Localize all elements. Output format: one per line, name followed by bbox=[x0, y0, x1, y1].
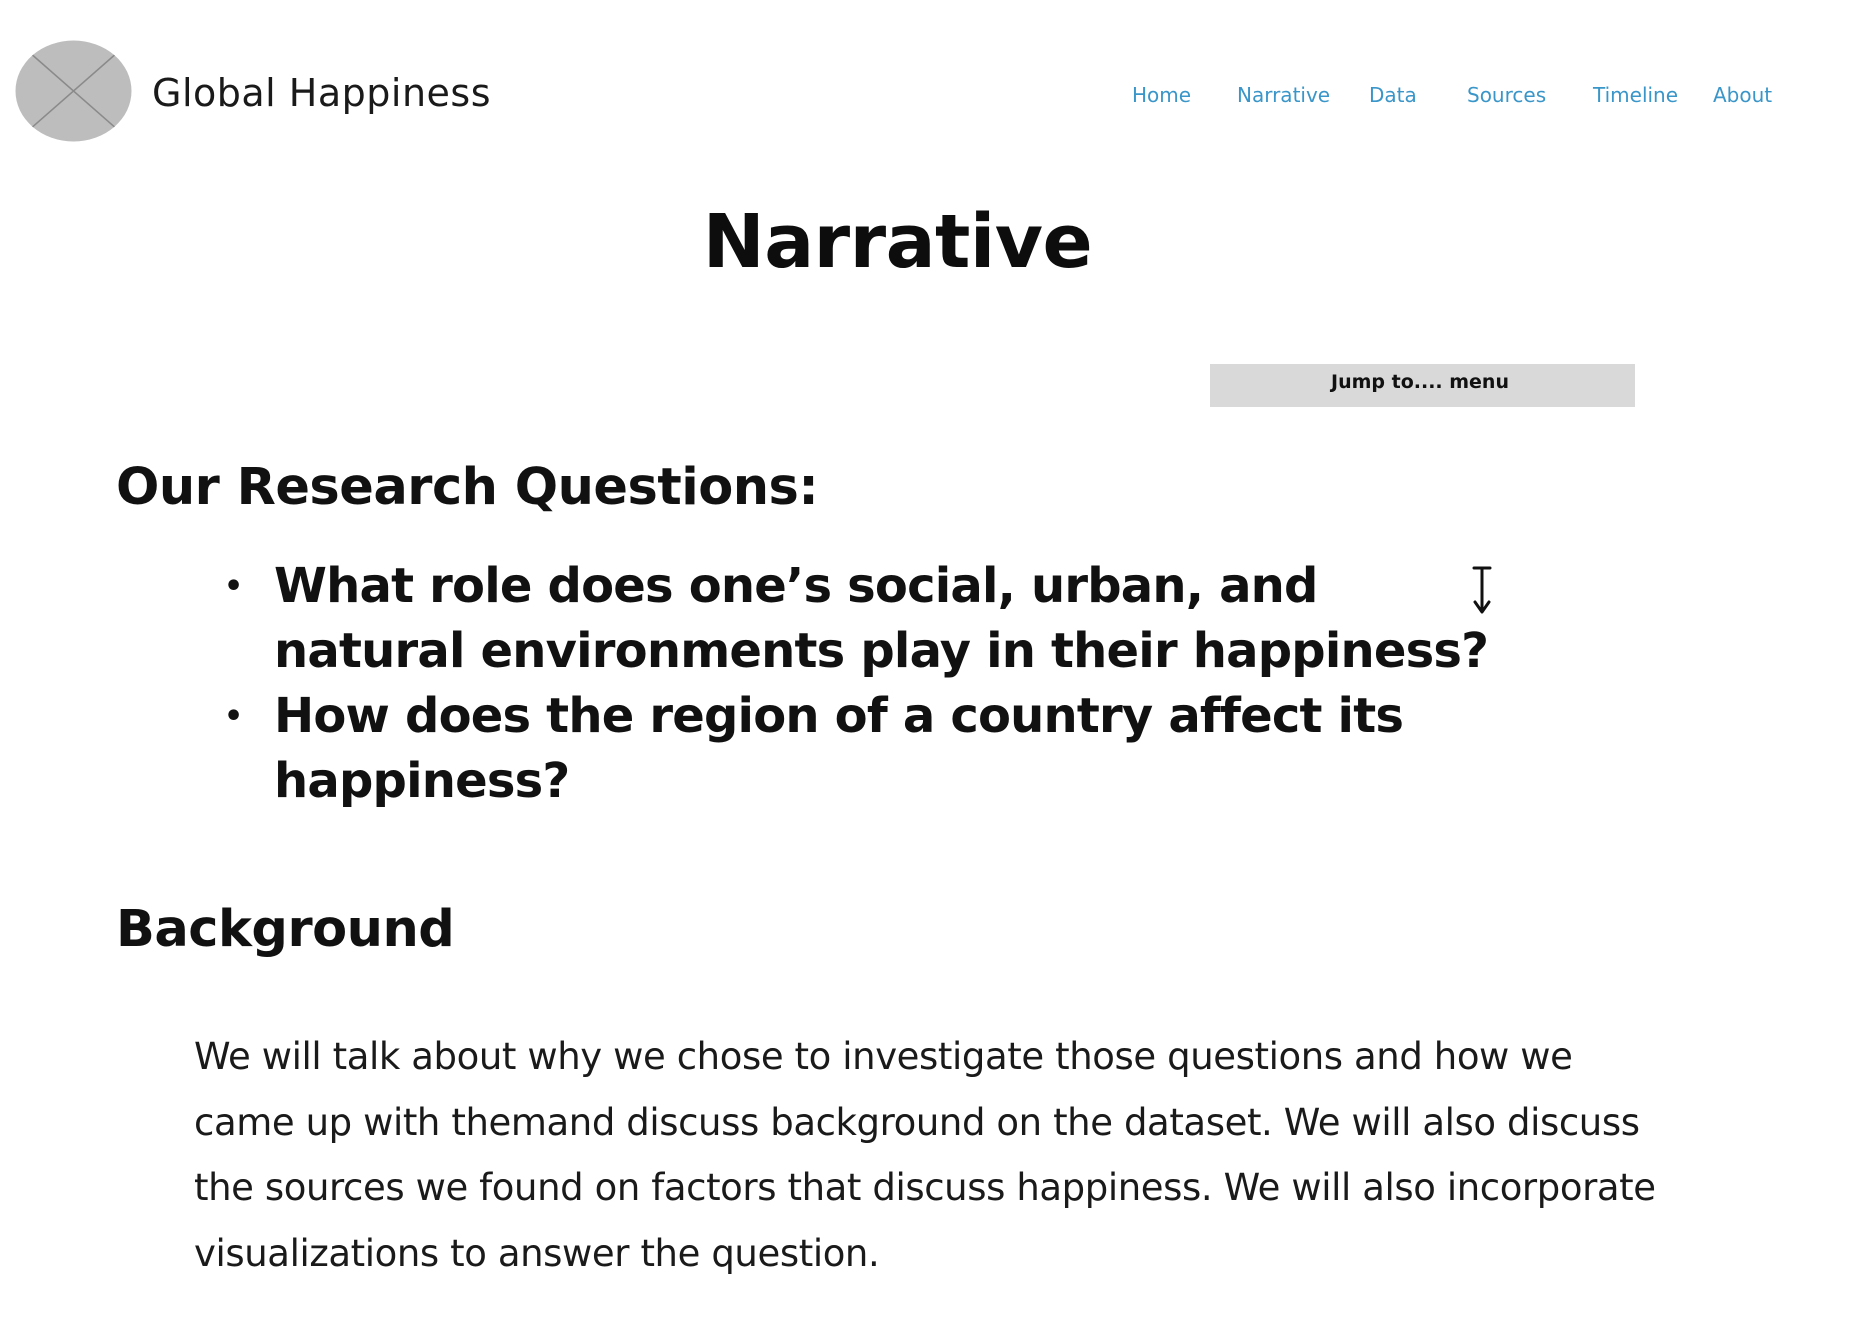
main-nav: Home Narrative Data Sources Timeline Abo… bbox=[0, 83, 1864, 113]
nav-link-about[interactable]: About bbox=[1713, 83, 1772, 107]
background-paragraph: We will talk about why we chose to inves… bbox=[194, 1035, 1656, 1275]
bullet-icon: • bbox=[224, 569, 243, 604]
text-cursor-icon bbox=[1470, 566, 1494, 616]
research-questions-heading: Our Research Questions: bbox=[116, 458, 819, 517]
page-title: Narrative bbox=[702, 199, 1093, 285]
research-questions-list: • What role does one’s social, urban, an… bbox=[224, 554, 1524, 814]
background-heading: Background bbox=[116, 900, 455, 959]
nav-link-timeline[interactable]: Timeline bbox=[1593, 83, 1678, 107]
jump-to-menu-button[interactable]: Jump to.... menu bbox=[1210, 364, 1635, 407]
question-text: What role does one’s social, urban, and … bbox=[274, 558, 1489, 679]
list-item: • What role does one’s social, urban, an… bbox=[224, 554, 1524, 684]
nav-link-home[interactable]: Home bbox=[1132, 83, 1191, 107]
question-text: How does the region of a country affect … bbox=[274, 688, 1404, 809]
jump-to-menu-label: Jump to.... menu bbox=[1331, 371, 1509, 393]
list-item: • How does the region of a country affec… bbox=[224, 684, 1524, 814]
nav-link-data[interactable]: Data bbox=[1369, 83, 1417, 107]
nav-link-sources[interactable]: Sources bbox=[1467, 83, 1546, 107]
nav-link-narrative[interactable]: Narrative bbox=[1237, 83, 1330, 107]
bullet-icon: • bbox=[224, 699, 243, 734]
